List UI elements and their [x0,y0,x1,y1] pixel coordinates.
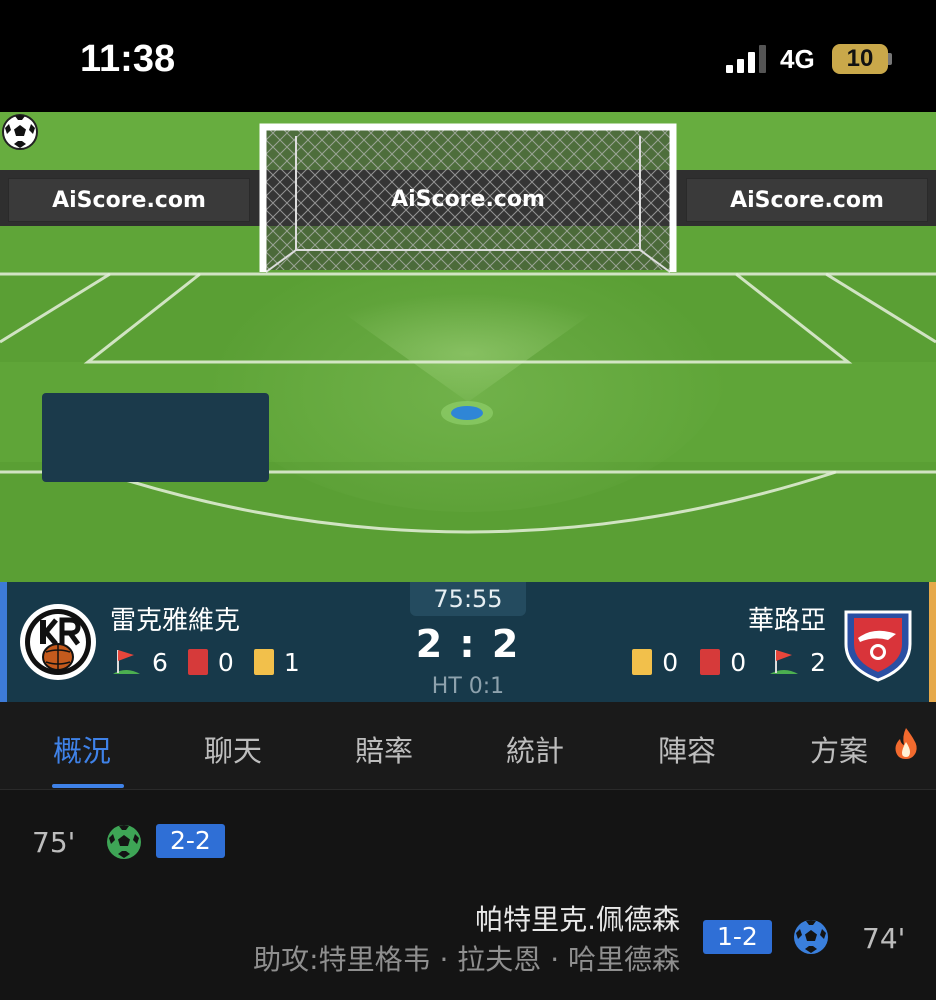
tab-bar: 概況 聊天 賠率 統計 陣容 方案 [0,702,936,790]
red-card-icon [700,649,721,675]
tab-odds[interactable]: 賠率 [355,728,413,770]
tab-plans[interactable]: 方案 [810,728,868,770]
ad-board-right: AiScore.com [686,178,928,222]
signal-icon [726,45,766,73]
pitch-animation: AiScore.com AiScore.com AiScore.com [0,112,936,582]
away-red-cards: 0 [730,647,747,677]
yellow-card-icon [632,649,653,675]
match-clock: 75:55 [410,582,526,616]
event-score-badge: 1-2 [703,920,772,954]
fire-icon [895,728,917,759]
status-time: 11:38 [80,38,176,80]
event-timeline: 75' 2-2 帕特里克.佩德森 助攻:特里格韦 · 拉夫恩 · 哈里德森 1-… [0,790,936,1000]
tab-overview[interactable]: 概況 [53,728,111,770]
battery-tip [888,53,892,65]
score-bar: 雷克雅維克 6 0 1 75:55 2 : 2 HT 0:1 華路亞 0 0 2 [0,582,936,702]
active-tab-indicator [52,784,124,788]
status-bar: 11:38 4G 10 [0,0,936,112]
away-team-name[interactable]: 華路亞 [748,600,826,637]
tab-stats[interactable]: 統計 [506,728,564,770]
ad-board-left: AiScore.com [8,178,250,222]
event-score-badge: 2-2 [156,824,225,858]
goal-ball-icon [107,825,141,859]
network-label: 4G [780,44,815,74]
goal-ball-icon [794,920,828,954]
event-minute: 74' [862,922,906,955]
ad-board-center: AiScore.com [391,187,545,212]
away-team-stats: 0 0 2 [632,644,826,680]
corner-flag-icon [770,650,799,674]
tab-chat[interactable]: 聊天 [204,728,262,770]
event-info-panel [42,393,269,482]
assist-players: 助攻:特里格韦 · 拉夫恩 · 哈里德森 [253,943,680,976]
goal-scorer[interactable]: 帕特里克.佩德森 [475,898,680,938]
away-team-logo[interactable] [838,602,918,682]
event-minute: 75' [32,826,76,859]
soccer-ball-icon [2,114,38,150]
tab-lineup[interactable]: 陣容 [658,728,716,770]
away-corners: 2 [810,647,826,677]
away-yellow-cards: 0 [662,647,679,677]
battery-icon: 10 [832,44,888,74]
